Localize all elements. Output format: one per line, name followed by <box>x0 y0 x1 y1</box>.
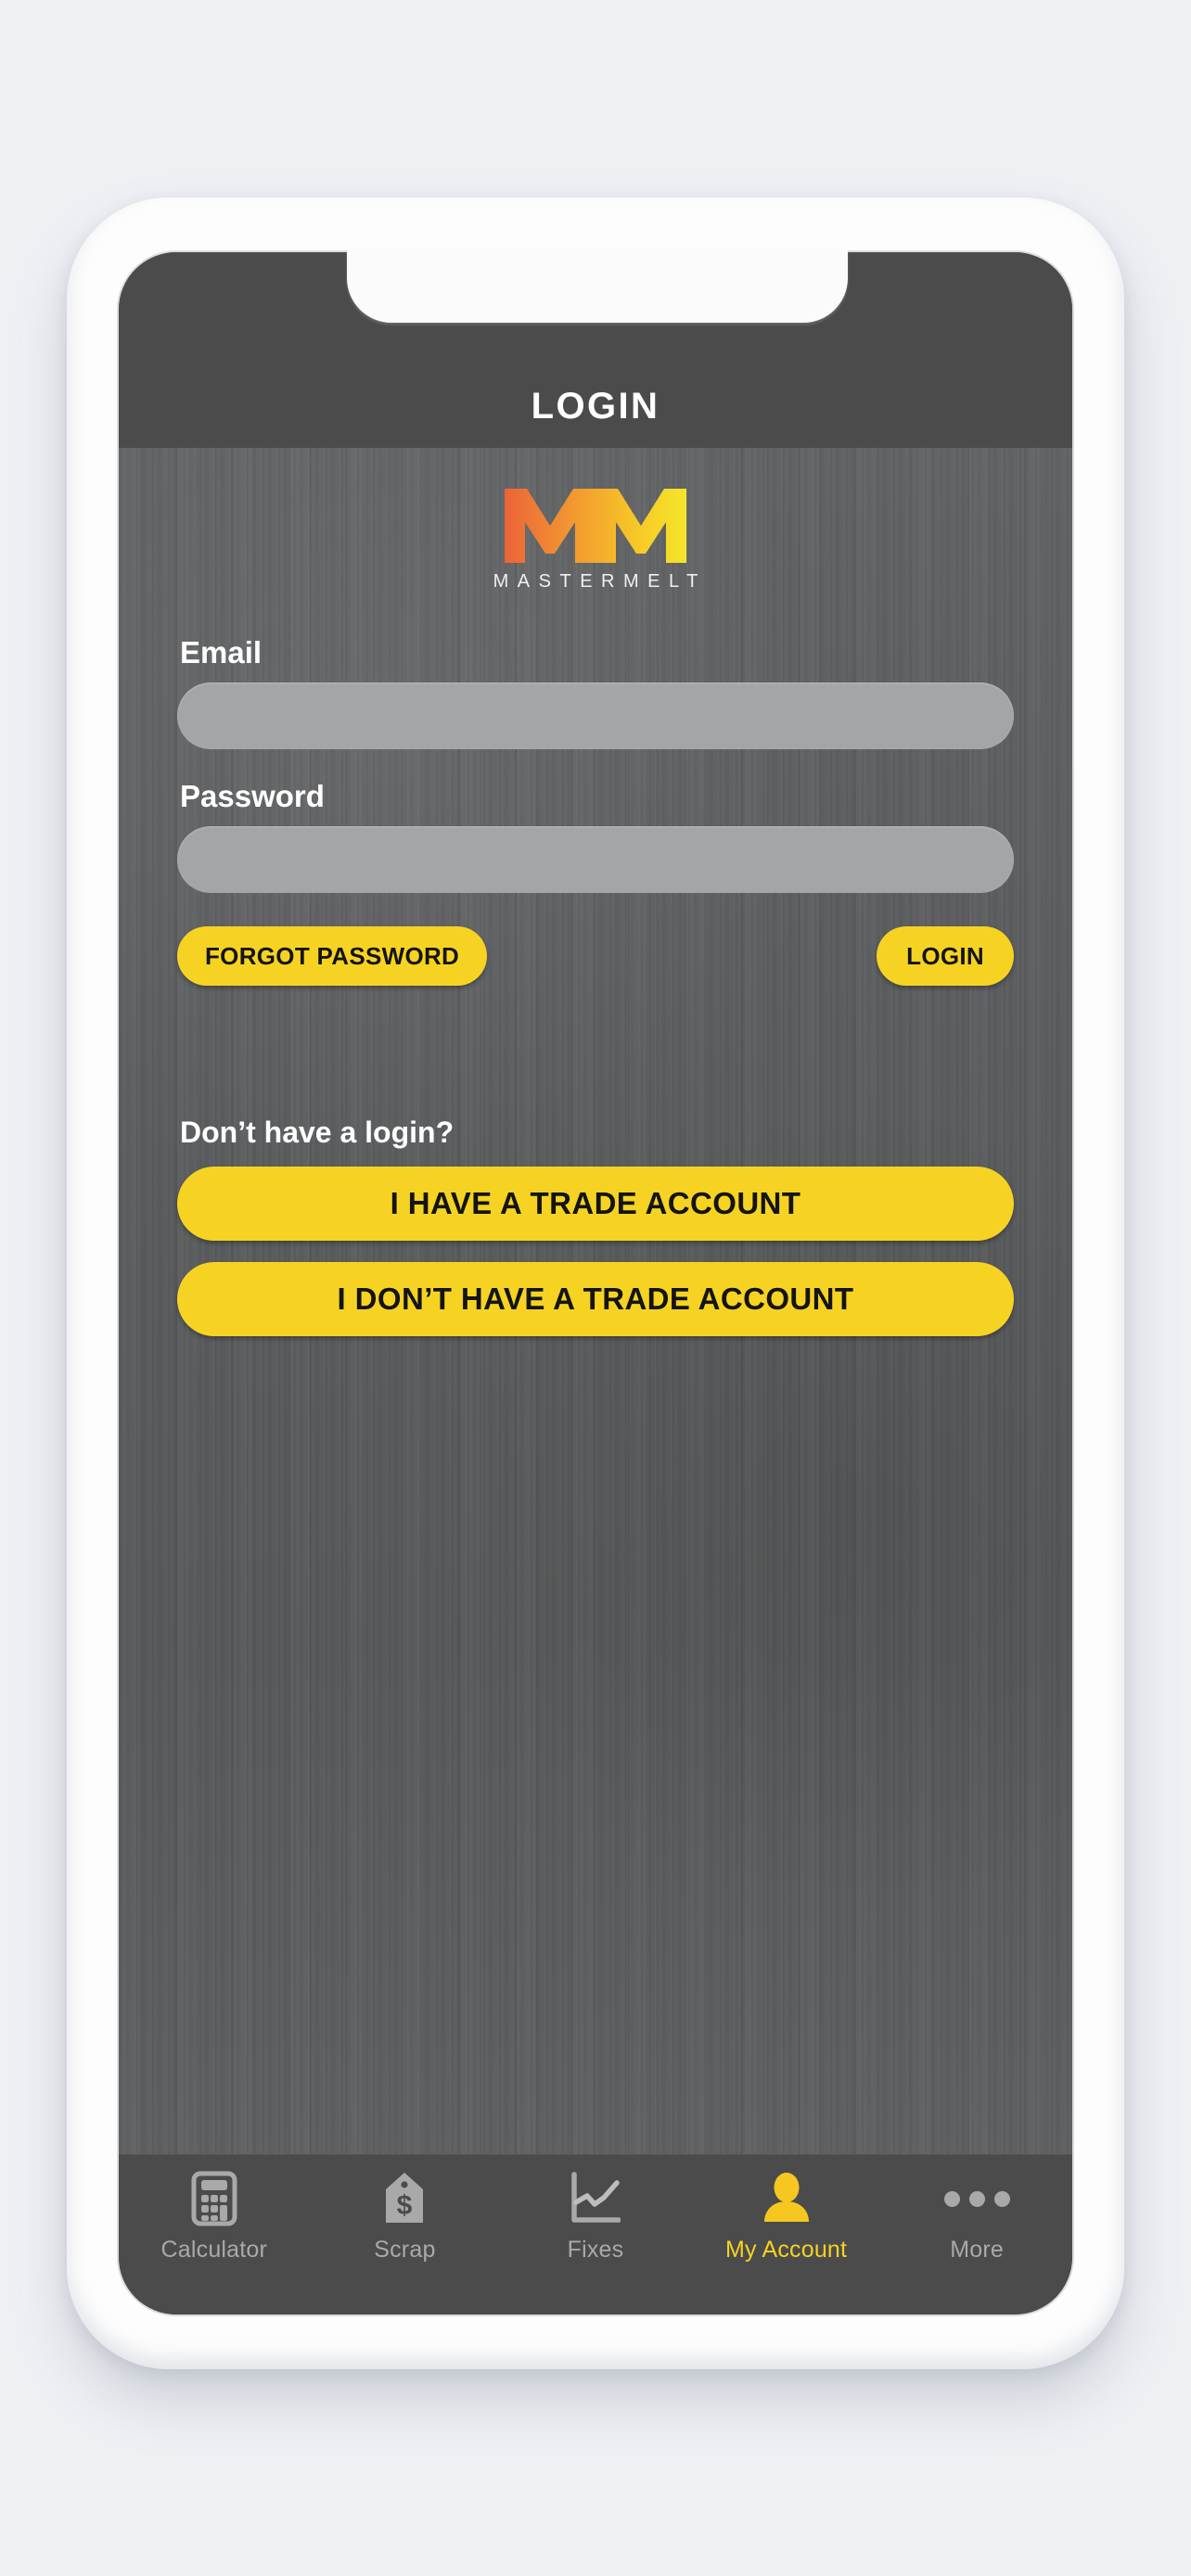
tab-my-account[interactable]: My Account <box>691 2171 882 2264</box>
signup-section: Don’t have a login? I HAVE A TRADE ACCOU… <box>177 1116 1014 1336</box>
price-tag-dollar-icon: $ <box>383 2171 426 2226</box>
phone-screen: LOGIN MASTERMELT Email Password FORGOT P… <box>119 252 1072 2315</box>
line-chart-icon <box>570 2171 621 2226</box>
signup-prompt: Don’t have a login? <box>180 1116 455 1149</box>
mm-monogram-icon <box>505 489 686 563</box>
login-action-row: FORGOT PASSWORD LOGIN <box>177 926 1014 986</box>
person-icon <box>762 2171 811 2226</box>
tab-label-fixes: Fixes <box>567 2237 624 2263</box>
email-input[interactable] <box>177 682 1014 749</box>
page-title: LOGIN <box>531 386 660 427</box>
device-notch <box>347 249 848 323</box>
tab-calculator[interactable]: Calculator <box>119 2171 310 2264</box>
svg-text:$: $ <box>397 2190 413 2221</box>
tab-more[interactable]: More <box>881 2171 1072 2264</box>
ellipsis-icon <box>943 2171 1010 2226</box>
tab-label-more: More <box>950 2237 1005 2263</box>
tab-label-my-account: My Account <box>724 2237 848 2263</box>
bottom-tab-bar: Calculator $ Scrap Fixes My Account More <box>119 2154 1072 2315</box>
tab-fixes[interactable]: Fixes <box>500 2171 691 2264</box>
app-content-area: MASTERMELT Email Password FORGOT PASSWOR… <box>119 448 1072 2154</box>
tab-label-calculator: Calculator <box>160 2237 268 2263</box>
brand-wordmark: MASTERMELT <box>493 571 707 592</box>
tab-scrap[interactable]: $ Scrap <box>310 2171 501 2264</box>
no-trade-account-button[interactable]: I DON’T HAVE A TRADE ACCOUNT <box>177 1262 1014 1336</box>
email-label: Email <box>180 635 263 670</box>
brand-logo: MASTERMELT <box>177 448 1014 593</box>
login-button[interactable]: LOGIN <box>877 926 1014 986</box>
forgot-password-button[interactable]: FORGOT PASSWORD <box>177 926 488 986</box>
tab-label-scrap: Scrap <box>374 2237 436 2263</box>
password-input[interactable] <box>177 826 1014 893</box>
calculator-icon <box>191 2171 237 2226</box>
password-label: Password <box>180 779 325 813</box>
have-trade-account-button[interactable]: I HAVE A TRADE ACCOUNT <box>177 1167 1014 1241</box>
